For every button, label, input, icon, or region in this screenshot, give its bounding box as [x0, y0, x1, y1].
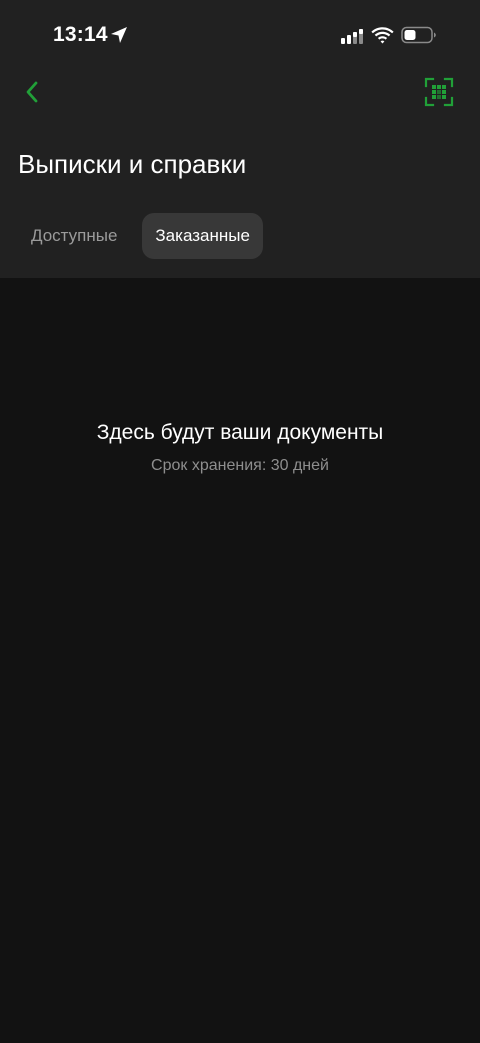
tab-ordered[interactable]: Заказанные [142, 213, 263, 259]
status-time: 13:14 [53, 23, 108, 46]
page-title: Выписки и справки [18, 149, 247, 179]
tabs: Доступные Заказанные [18, 213, 263, 259]
location-arrow-icon [111, 27, 127, 43]
qr-scan-button[interactable] [420, 72, 458, 112]
screen: 13:14 Выписки и справки Доступные Заказа… [0, 0, 480, 1043]
chevron-left-icon [26, 81, 38, 103]
tab-available[interactable]: Доступные [18, 213, 130, 259]
status-bar: 13:14 [0, 0, 480, 70]
empty-state-title: Здесь будут ваши документы [96, 421, 384, 444]
empty-state-subtitle: Срок хранения: 30 дней [151, 457, 329, 474]
signal-icon [341, 29, 363, 44]
back-button[interactable] [14, 72, 50, 112]
wifi-icon [371, 27, 394, 44]
qr-scan-icon [424, 77, 454, 107]
battery-icon [401, 26, 436, 44]
